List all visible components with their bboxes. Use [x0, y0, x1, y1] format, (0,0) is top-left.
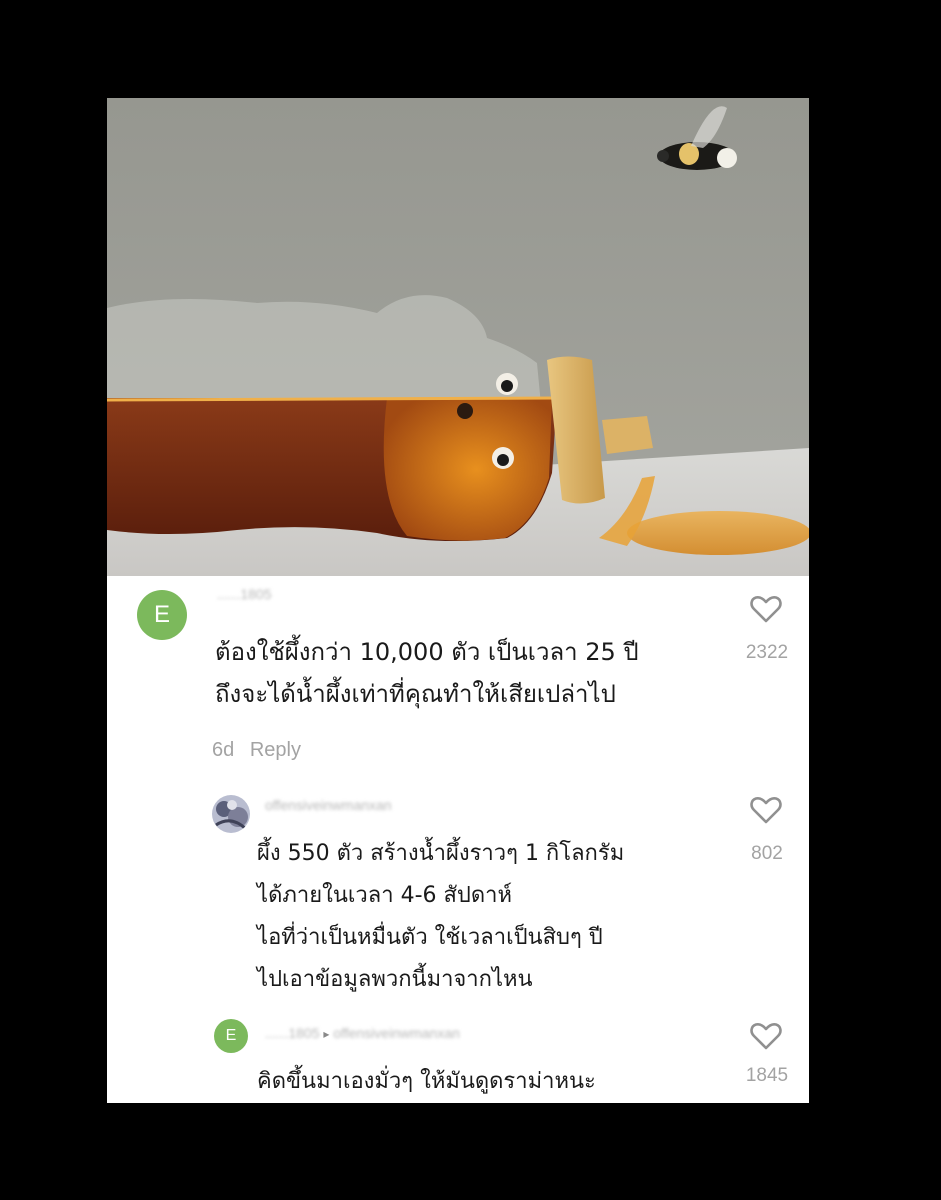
comment: E ......1805 ต้องใช้ผึ้งกว่า 10,000 ตัว …	[107, 576, 809, 776]
like-count: 1845	[745, 1065, 789, 1086]
comment-username[interactable]: ......1805	[217, 586, 271, 602]
avatar[interactable]: E	[214, 1019, 248, 1053]
comment-meta: 6d Reply	[212, 739, 311, 762]
comment-username[interactable]: offensiveinwmanxan	[265, 797, 392, 813]
avatar[interactable]: E	[137, 590, 187, 640]
like-count: 802	[751, 843, 783, 864]
heart-icon[interactable]	[750, 795, 782, 825]
profile-photo-icon	[212, 795, 250, 833]
reply-button[interactable]: Reply	[250, 739, 301, 761]
reply-target-username[interactable]: offensiveinwmanxan	[333, 1025, 460, 1041]
post-image[interactable]	[107, 98, 809, 576]
comment-text: ต้องใช้ผึ้งกว่า 10,000 ตัว เป็นเวลา 25 ป…	[215, 638, 639, 708]
heart-icon[interactable]	[750, 594, 782, 624]
reply-comment: E ......1805 ▸ offensiveinwmanxan คิดขึ้…	[107, 1013, 809, 1103]
screenshot-card: E ......1805 ต้องใช้ผึ้งกว่า 10,000 ตัว …	[107, 98, 809, 1103]
avatar[interactable]	[212, 795, 250, 833]
comment-text: คิดขึ้นมาเองมั่วๆ ให้มันดูดราม่าหนะ	[257, 1069, 596, 1094]
reply-comment: offensiveinwmanxan ผึ้ง 550 ตัว สร้างน้ำ…	[107, 783, 809, 1013]
heart-icon[interactable]	[750, 1021, 782, 1051]
reply-author: ......1805	[265, 1025, 320, 1041]
comment-age: 6d	[212, 739, 235, 761]
reply-arrow-icon: ▸	[323, 1027, 330, 1041]
like-count: 2322	[745, 642, 789, 663]
comment-text: ผึ้ง 550 ตัว สร้างน้ำผึ้งราวๆ 1 กิโลกรัม…	[257, 841, 625, 992]
comment-username[interactable]: ......1805 ▸ offensiveinwmanxan	[265, 1025, 460, 1041]
